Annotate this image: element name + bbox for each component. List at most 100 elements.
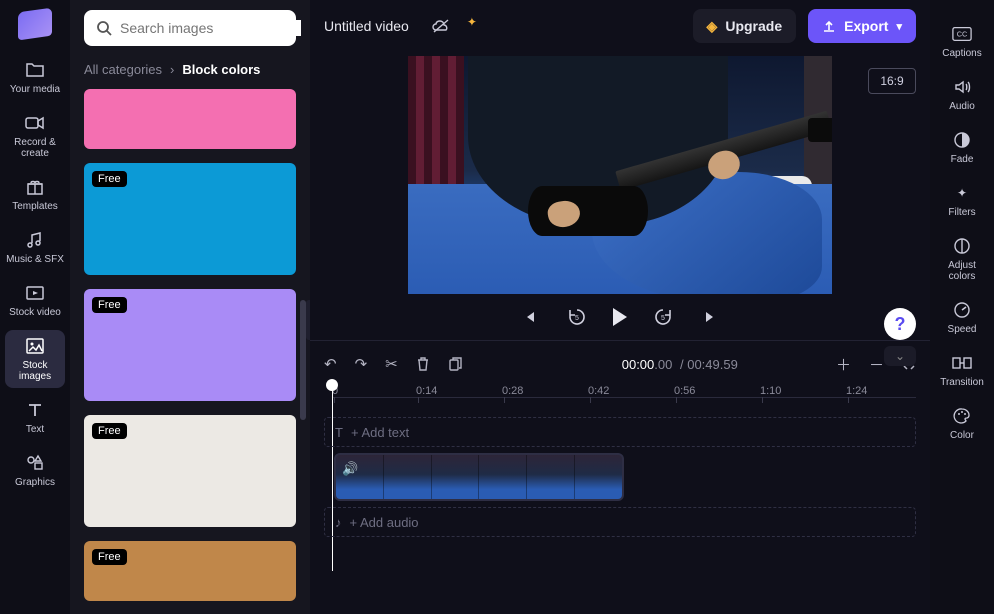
play-button[interactable] — [613, 308, 627, 326]
upload-icon — [822, 19, 836, 33]
sparkle-icon: ✦ — [467, 15, 477, 29]
cloud-off-icon[interactable] — [427, 12, 455, 40]
breadcrumb-current: Block colors — [182, 62, 260, 77]
project-title[interactable]: Untitled video — [324, 18, 409, 34]
help-button[interactable]: ? — [884, 308, 916, 340]
shapes-icon — [25, 453, 45, 473]
fade-icon — [952, 130, 972, 150]
main-area: Untitled video ✦ ◈ Upgrade Export ▾ 16:9 — [310, 0, 930, 614]
skip-start-icon[interactable] — [517, 305, 541, 329]
rail-audio[interactable]: Audio — [934, 71, 990, 118]
swatch-brown[interactable]: Free — [84, 541, 296, 601]
upgrade-button[interactable]: ◈ Upgrade — [693, 9, 797, 43]
rail-your-media[interactable]: Your media — [5, 54, 65, 101]
svg-text:5: 5 — [575, 315, 579, 322]
free-badge: Free — [92, 171, 127, 187]
topbar: Untitled video ✦ ◈ Upgrade Export ▾ — [310, 0, 930, 52]
speaker-icon — [952, 77, 972, 97]
more-button[interactable]: ⌄ — [884, 346, 916, 366]
scissors-icon[interactable]: ✂ — [385, 355, 398, 373]
timeline-ruler[interactable]: 0 0:14 0:28 0:42 0:56 1:10 1:24 — [324, 383, 916, 411]
free-badge: Free — [92, 423, 127, 439]
text-icon — [25, 400, 45, 420]
captions-icon: CC — [952, 24, 972, 44]
export-button[interactable]: Export ▾ — [808, 9, 916, 43]
upgrade-label: Upgrade — [725, 18, 782, 34]
rail-speed[interactable]: Speed — [934, 294, 990, 341]
rail-color[interactable]: Color — [934, 400, 990, 447]
zoom-sub-icon[interactable]: － — [869, 354, 884, 375]
swatch-pink[interactable] — [84, 89, 296, 149]
breadcrumb-root[interactable]: All categories — [84, 62, 162, 77]
rail-label: Audio — [949, 101, 975, 112]
rail-label: Speed — [948, 324, 977, 335]
sparkles-icon: ✦ — [952, 183, 972, 203]
search-input[interactable] — [120, 20, 301, 36]
add-text-label: + Add text — [351, 425, 409, 440]
panel-scrollbar[interactable] — [300, 160, 306, 594]
swatch-list[interactable]: Free Free Free Free — [84, 89, 296, 604]
rail-label: Music & SFX — [6, 254, 64, 265]
chevron-down-icon: ▾ — [896, 20, 902, 33]
rewind-5-icon[interactable]: 5 — [565, 305, 589, 329]
rail-filters[interactable]: ✦ Filters — [934, 177, 990, 224]
contrast-icon — [952, 236, 972, 256]
video-clip[interactable]: 🔊 — [334, 453, 624, 501]
rail-templates[interactable]: Templates — [5, 171, 65, 218]
forward-5-icon[interactable]: 5 — [651, 305, 675, 329]
video-preview[interactable] — [408, 56, 832, 294]
text-track[interactable]: T + Add text — [324, 417, 916, 447]
rail-fade[interactable]: Fade — [934, 124, 990, 171]
skip-end-icon[interactable] — [699, 305, 723, 329]
gem-icon: ◈ — [707, 18, 718, 35]
video-track[interactable]: 🔊 — [324, 453, 916, 501]
rail-label: Templates — [12, 201, 58, 212]
left-rail: Your media Record & create Templates Mus… — [0, 0, 70, 614]
rail-captions[interactable]: CC Captions — [934, 18, 990, 65]
camera-icon — [25, 113, 45, 133]
redo-icon[interactable]: ↷ — [355, 355, 368, 373]
music-icon: ♪ — [335, 515, 342, 530]
aspect-ratio[interactable]: 16:9 — [868, 68, 916, 94]
speaker-icon: 🔊 — [342, 461, 358, 477]
app-logo — [18, 8, 52, 41]
rail-label: Color — [950, 430, 974, 441]
search-box[interactable] — [84, 10, 296, 46]
stock-images-panel: All categories › Block colors Free Free … — [70, 0, 310, 614]
ruler-tick: 1:24 — [846, 385, 867, 397]
rail-label: Graphics — [15, 477, 55, 488]
rail-stock-images[interactable]: Stock images — [5, 330, 65, 388]
swatch-cream[interactable]: Free — [84, 415, 296, 527]
gauge-icon — [952, 300, 972, 320]
undo-icon[interactable]: ↶ — [324, 355, 337, 373]
audio-track[interactable]: ♪ + Add audio — [324, 507, 916, 537]
rail-music[interactable]: Music & SFX — [5, 224, 65, 271]
palette-icon — [952, 406, 972, 426]
ruler-tick: 0:56 — [674, 385, 695, 397]
timeline: ↶ ↷ ✂ 00:00.00 / 00:49.59 ＋ － 0 0:14 — [310, 340, 930, 614]
rail-label: Text — [26, 424, 44, 435]
swatch-purple[interactable]: Free — [84, 289, 296, 401]
rail-graphics[interactable]: Graphics — [5, 447, 65, 494]
rail-label: Adjust colors — [934, 260, 990, 282]
search-icon — [96, 20, 112, 36]
breadcrumb: All categories › Block colors — [84, 62, 296, 77]
rail-adjust-colors[interactable]: Adjust colors — [934, 230, 990, 288]
chevron-right-icon: › — [170, 62, 174, 77]
rail-record[interactable]: Record & create — [5, 107, 65, 165]
preview-area: 5 5 — [310, 56, 930, 340]
rail-transition[interactable]: Transition — [934, 347, 990, 394]
trash-icon[interactable] — [416, 356, 430, 372]
ruler-tick: 0:14 — [416, 385, 437, 397]
rail-label: Stock video — [9, 307, 61, 318]
rail-stock-video[interactable]: Stock video — [5, 277, 65, 324]
duplicate-icon[interactable] — [448, 356, 464, 372]
svg-text:CC: CC — [957, 30, 968, 39]
svg-text:5: 5 — [661, 315, 665, 322]
ruler-tick: 1:10 — [760, 385, 781, 397]
rail-text[interactable]: Text — [5, 394, 65, 441]
gift-icon — [25, 177, 45, 197]
swatch-blue[interactable]: Free — [84, 163, 296, 275]
timecode: 00:00.00 / 00:49.59 — [622, 357, 738, 372]
zoom-add-icon[interactable]: ＋ — [836, 354, 851, 375]
